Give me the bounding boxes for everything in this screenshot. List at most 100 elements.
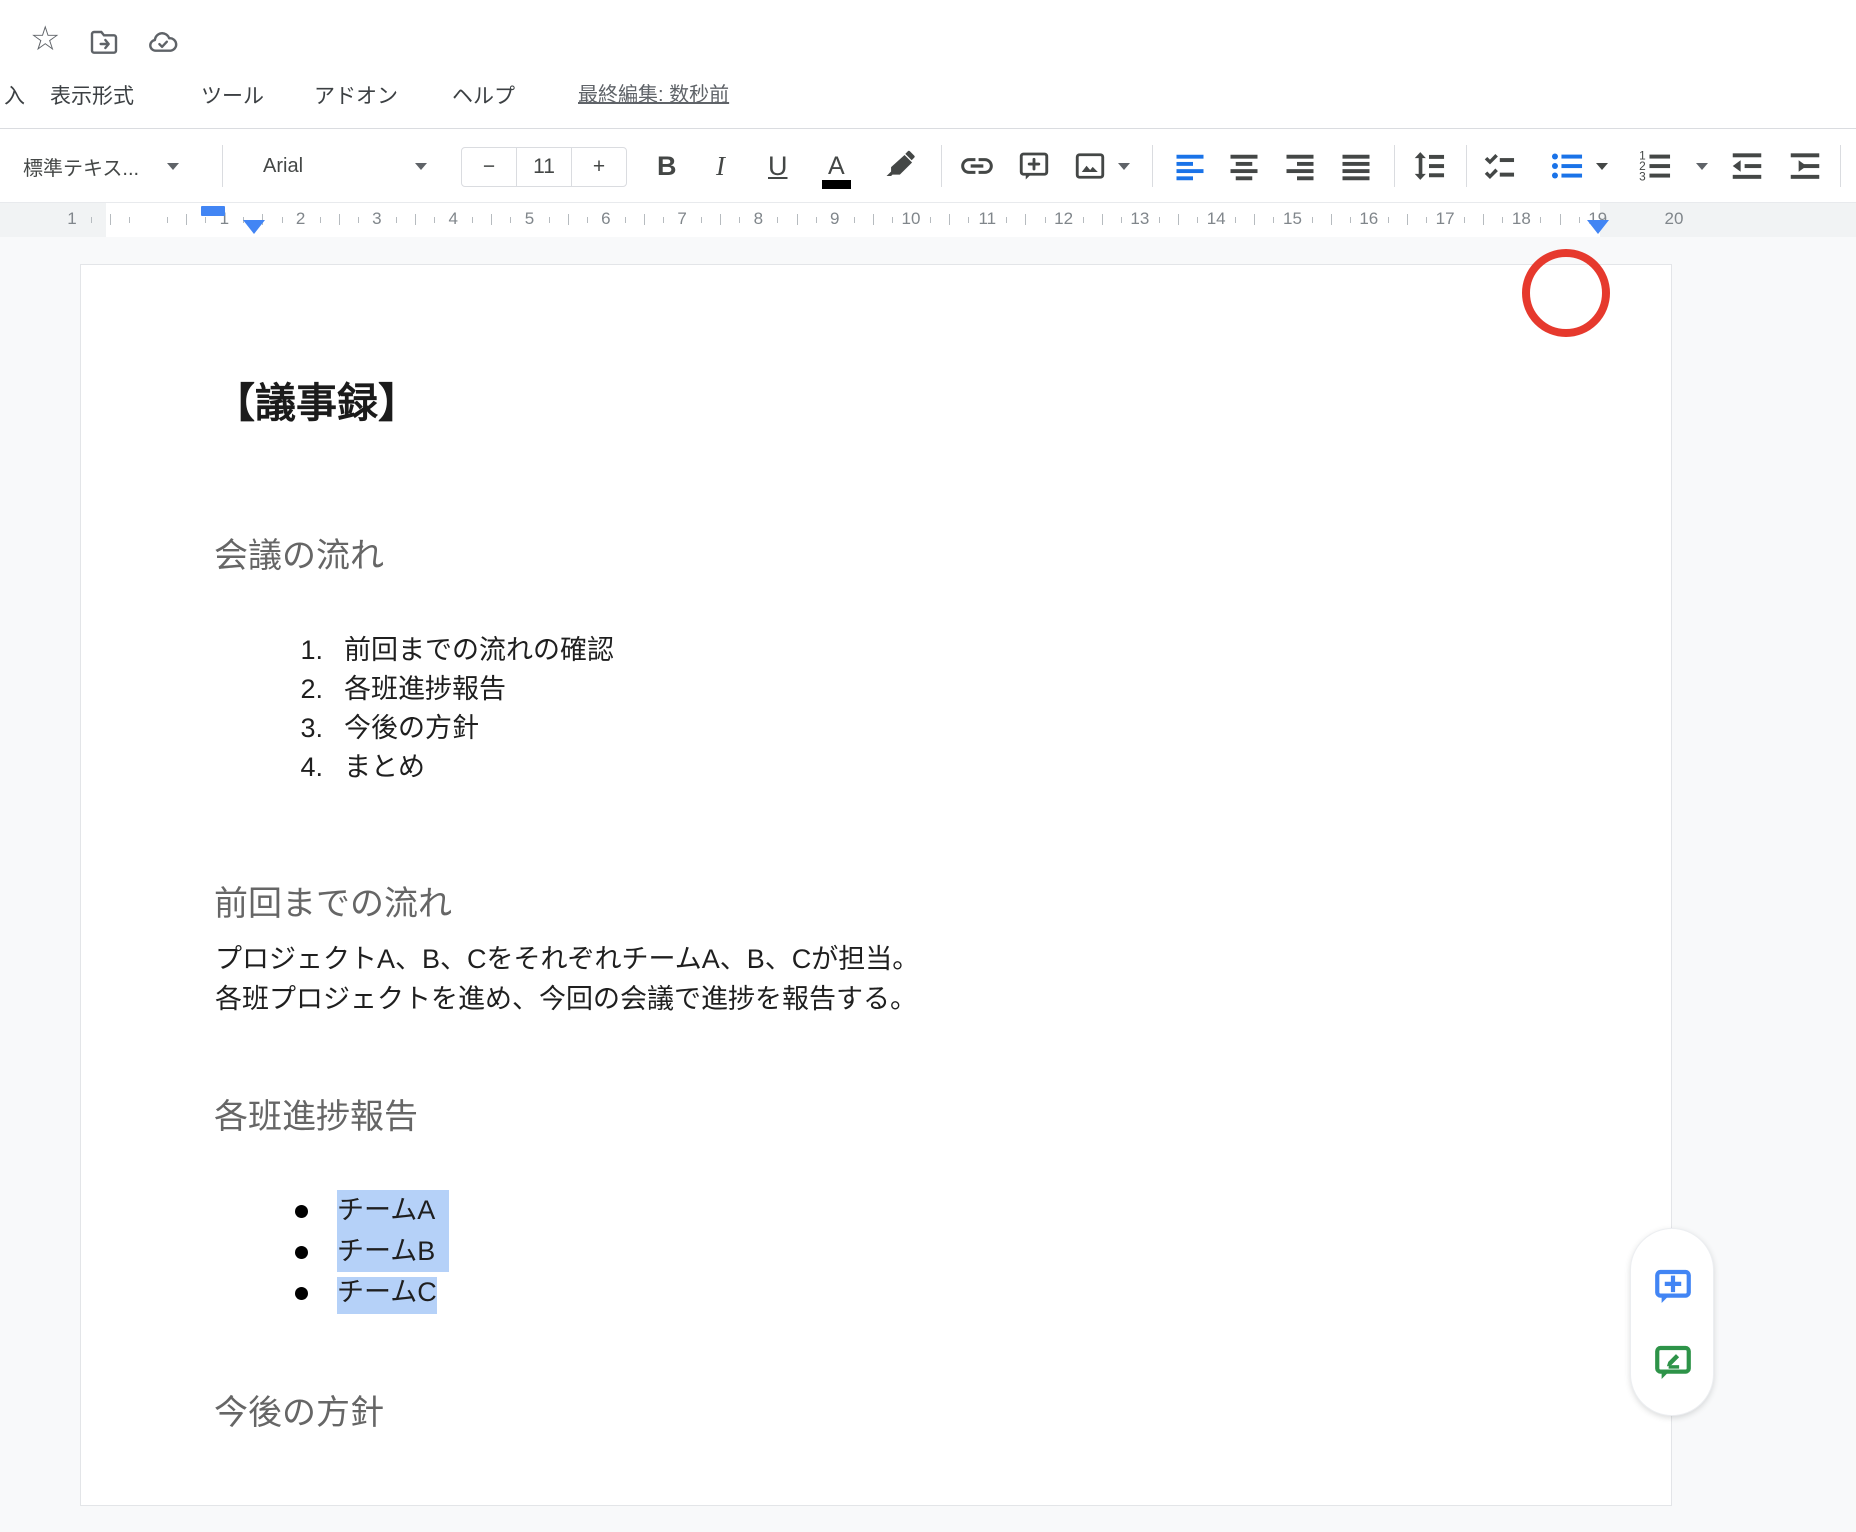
ruler-tick — [91, 217, 92, 223]
add-comment-button[interactable] — [1016, 129, 1052, 203]
star-icon[interactable]: ☆ — [30, 22, 64, 56]
svg-text:3: 3 — [1639, 169, 1646, 183]
selected-text: チームA — [337, 1190, 449, 1231]
ruler-tick — [358, 217, 359, 223]
ruler-tick — [549, 217, 550, 223]
ruler-tick — [720, 214, 721, 225]
ruler-number: 10 — [902, 209, 921, 229]
ruler-number: 8 — [754, 209, 763, 229]
ruler-tick — [415, 214, 416, 225]
ruler-tick — [1464, 217, 1465, 223]
font-family-dropdown[interactable]: Arial — [263, 129, 427, 203]
image-icon — [1072, 148, 1108, 184]
paragraph-style-value: 標準テキス... — [23, 152, 139, 181]
insert-image-button[interactable] — [1072, 129, 1130, 203]
increase-indent-button[interactable] — [1786, 129, 1824, 203]
chevron-down-icon — [1596, 163, 1608, 170]
divider — [1152, 145, 1153, 187]
doc-title[interactable]: 【議事録】 — [214, 377, 419, 429]
ruler-tick — [1121, 217, 1122, 223]
heading-future-policy[interactable]: 今後の方針 — [214, 1390, 384, 1436]
numbered-list-button[interactable]: 1 2 3 — [1636, 129, 1708, 203]
list-item[interactable]: チームC — [215, 1272, 315, 1313]
checklist-button[interactable] — [1480, 129, 1518, 203]
align-justify-button[interactable] — [1338, 129, 1374, 203]
font-size-value[interactable]: 11 — [516, 148, 572, 186]
font-size-increase-button[interactable]: + — [572, 148, 626, 186]
divider — [941, 145, 942, 187]
link-icon — [958, 147, 996, 185]
bullet-icon — [295, 1205, 308, 1218]
move-to-folder-icon[interactable] — [88, 26, 122, 60]
align-center-button[interactable] — [1226, 129, 1262, 203]
ruler-number: 17 — [1436, 209, 1455, 229]
insert-link-button[interactable] — [958, 129, 996, 203]
cloud-saved-icon[interactable] — [146, 26, 180, 60]
menu-insert-partial[interactable]: 入 — [4, 80, 25, 110]
ruler-number: 15 — [1283, 209, 1302, 229]
ruler-tick — [186, 214, 187, 225]
line-spacing-button[interactable] — [1410, 129, 1448, 203]
paragraph-line[interactable]: 各班プロジェクトを進め、今回の会議で進捗を報告する。 — [215, 979, 917, 1019]
document-page[interactable]: 【議事録】 会議の流れ 1. 前回までの流れの確認 2. 各班進捗報告 3. 今… — [80, 264, 1672, 1506]
ruler-stray-number: 1 — [67, 209, 76, 229]
right-indent-marker[interactable] — [1587, 220, 1609, 234]
text-color-button[interactable]: A — [828, 129, 845, 203]
ruler-number: 20 — [1665, 209, 1684, 229]
ruler-tick — [1540, 217, 1541, 223]
ruler-tick — [1312, 217, 1313, 223]
bulleted-list-button[interactable] — [1548, 129, 1608, 203]
red-annotation-circle — [1522, 249, 1610, 337]
suggest-edits-fab[interactable] — [1652, 1341, 1694, 1383]
menu-format[interactable]: 表示形式 — [50, 80, 134, 110]
ruler-tick — [797, 214, 798, 225]
paragraph-style-dropdown[interactable]: 標準テキス... — [23, 129, 179, 203]
ruler-tick — [701, 217, 702, 223]
ruler-number: 2 — [296, 209, 305, 229]
ruler-tick — [968, 217, 969, 223]
align-left-button[interactable] — [1172, 129, 1208, 203]
ruler-tick — [110, 214, 111, 225]
ruler-tick — [568, 214, 569, 225]
ruler-tick — [1006, 217, 1007, 223]
font-size-decrease-button[interactable]: − — [462, 148, 516, 186]
align-right-button[interactable] — [1282, 129, 1318, 203]
heading-meeting-flow[interactable]: 会議の流れ — [214, 533, 384, 579]
first-line-indent-marker[interactable] — [201, 206, 225, 216]
menu-help[interactable]: ヘルプ — [452, 80, 515, 110]
italic-button[interactable]: I — [716, 129, 725, 203]
ruler-tick — [816, 217, 817, 223]
heading-previous-flow[interactable]: 前回までの流れ — [214, 881, 452, 927]
ruler-tick — [472, 217, 473, 223]
ruler-number: 4 — [448, 209, 457, 229]
ruler-tick — [1483, 214, 1484, 225]
menu-tools[interactable]: ツール — [201, 80, 264, 110]
bold-button[interactable]: B — [657, 129, 677, 203]
align-left-icon — [1172, 148, 1208, 184]
add-comment-fab[interactable] — [1652, 1265, 1694, 1307]
divider — [1840, 145, 1841, 187]
line-spacing-icon — [1410, 147, 1448, 185]
last-edit-link[interactable]: 最終編集: 数秒前 — [578, 78, 729, 107]
list-item[interactable]: チームB — [215, 1231, 315, 1272]
list-item[interactable]: チームA — [215, 1190, 315, 1231]
ruler[interactable]: 1 1234567891011121314151617181920 — [0, 202, 1856, 237]
highlight-color-button[interactable] — [884, 129, 918, 203]
menu-addons[interactable]: アドオン — [314, 80, 398, 110]
teams-bulleted-list[interactable]: チームA チームB チームC — [215, 1190, 315, 1313]
title-row: ☆ — [0, 0, 1856, 66]
heading-team-progress[interactable]: 各班進捗報告 — [214, 1094, 418, 1140]
ruler-tick — [320, 217, 321, 223]
ruler-tick — [1235, 217, 1236, 223]
divider — [222, 145, 223, 187]
ruler-tick — [1159, 217, 1160, 223]
left-indent-marker[interactable] — [243, 220, 265, 234]
underline-button[interactable]: U — [768, 129, 788, 203]
ruler-number: 9 — [830, 209, 839, 229]
ruler-tick — [205, 217, 206, 223]
ruler-number: 3 — [372, 209, 381, 229]
paragraph-line[interactable]: プロジェクトA、B、CをそれぞれチームA、B、Cが担当。 — [215, 939, 919, 979]
decrease-indent-button[interactable] — [1728, 129, 1766, 203]
ruler-number: 5 — [525, 209, 534, 229]
font-family-value: Arial — [263, 155, 303, 178]
